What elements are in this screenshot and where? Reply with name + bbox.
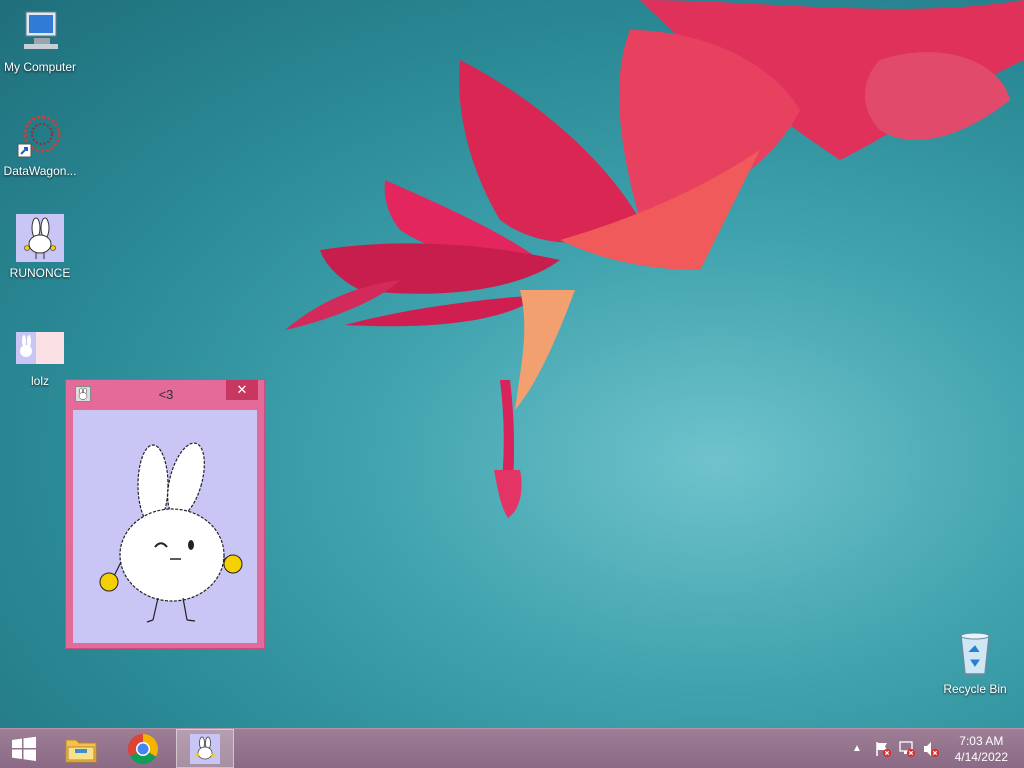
desktop-icon-label: DataWagon... <box>3 164 77 178</box>
network-icon[interactable] <box>898 740 916 758</box>
taskbar: ▲ 7:03 AM 4/14/2022 <box>0 728 1024 768</box>
window-titlebar[interactable]: <3 ✕ <box>66 380 264 409</box>
app-window[interactable]: <3 ✕ <box>65 379 265 649</box>
window-title: <3 <box>158 387 174 402</box>
desktop-icon-recycle-bin[interactable]: Recycle Bin <box>935 630 1015 696</box>
window-client-area <box>73 410 257 643</box>
show-hidden-icons-icon[interactable]: ▲ <box>850 743 864 754</box>
taskbar-bunny-app[interactable] <box>176 729 234 768</box>
bunny-illustration <box>99 442 243 623</box>
taskbar-clock[interactable]: 7:03 AM 4/14/2022 <box>955 733 1008 765</box>
clock-date: 4/14/2022 <box>954 750 1008 764</box>
computer-icon <box>16 8 64 56</box>
desktop-icon-label: RUNONCE <box>9 266 71 280</box>
flower-petals <box>285 0 1024 518</box>
app-window-icon <box>75 386 91 402</box>
datawagon-icon <box>16 112 64 160</box>
windows-start-icon <box>12 736 36 761</box>
close-button[interactable]: ✕ <box>226 380 258 400</box>
desktop-icon-my-computer[interactable]: My Computer <box>0 8 80 74</box>
file-explorer-icon <box>65 739 97 762</box>
taskbar-file-explorer[interactable] <box>52 729 110 768</box>
image-file-icon <box>16 332 64 364</box>
recycle-bin-icon <box>951 630 999 678</box>
desktop-icon-label: Recycle Bin <box>943 682 1007 696</box>
start-button[interactable] <box>0 729 48 768</box>
volume-muted-icon[interactable] <box>922 740 940 758</box>
desktop-icon-label: My Computer <box>3 60 77 74</box>
chrome-icon <box>127 733 159 764</box>
bunny-icon <box>16 214 64 262</box>
system-tray: ▲ <box>850 729 940 768</box>
taskbar-chrome[interactable] <box>114 729 172 768</box>
desktop-icon-datawagon[interactable]: DataWagon... <box>0 112 80 178</box>
action-center-flag-icon[interactable] <box>874 740 892 758</box>
desktop-icon-runonce[interactable]: RUNONCE <box>0 214 80 280</box>
bunny-app-icon <box>190 733 220 764</box>
clock-time: 7:03 AM <box>959 734 1004 748</box>
